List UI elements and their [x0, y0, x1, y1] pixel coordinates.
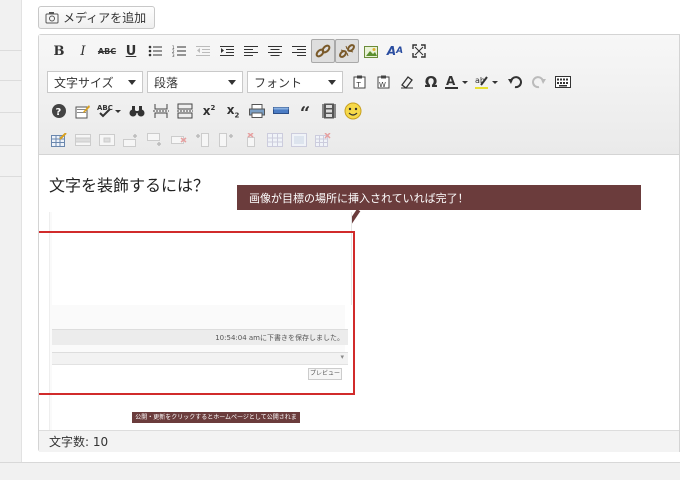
page-footer-edge: [0, 462, 680, 480]
clear-format-icon[interactable]: [395, 70, 419, 94]
svg-text:?: ?: [56, 107, 62, 118]
horizontal-rule-icon[interactable]: [269, 99, 293, 123]
tinymce-editor: B I ABC U 123 AA 文字サイズ 段落 フォント T W Ω A a…: [38, 34, 680, 452]
chevron-down-icon: [228, 79, 236, 85]
toolbar-row-2: 文字サイズ 段落 フォント T W Ω A ab: [47, 70, 575, 94]
bold-icon[interactable]: B: [47, 39, 71, 63]
screenshot-publish-note: 公開・更新をクリックするとホームページとして公開されます。: [132, 412, 300, 430]
indent-icon[interactable]: [215, 39, 239, 63]
chevron-down-icon: [128, 79, 136, 85]
superscript-icon[interactable]: x2: [197, 99, 221, 123]
paste-text-icon[interactable]: T: [347, 70, 371, 94]
media-icon[interactable]: [317, 99, 341, 123]
add-media-label: メディアを追加: [63, 11, 147, 25]
unlink-icon[interactable]: [335, 39, 359, 63]
chevron-down-icon: [328, 79, 336, 85]
toolbar-row-4: [47, 128, 335, 152]
align-left-icon[interactable]: [239, 39, 263, 63]
align-right-icon[interactable]: [287, 39, 311, 63]
undo-icon[interactable]: [503, 70, 527, 94]
insert-table-icon[interactable]: [47, 128, 71, 152]
italic-icon[interactable]: I: [71, 39, 95, 63]
image-highlight-box: [39, 231, 355, 395]
svg-text:A: A: [446, 74, 456, 88]
redo-icon[interactable]: [527, 70, 551, 94]
page-break-icon[interactable]: [149, 99, 173, 123]
search-icon[interactable]: [125, 99, 149, 123]
page: メディアを追加 B I ABC U 123 AA 文字サイズ 段落 フォント T…: [0, 0, 680, 480]
toolbar-row-1: B I ABC U 123 AA: [47, 39, 431, 63]
delete-row-icon[interactable]: [167, 128, 191, 152]
editor-toolbar: B I ABC U 123 AA 文字サイズ 段落 フォント T W Ω A a…: [39, 35, 679, 155]
admin-sidebar-edge: [0, 0, 22, 480]
edit-icon[interactable]: [71, 99, 95, 123]
bullet-list-icon[interactable]: [143, 39, 167, 63]
insert-col-after-icon[interactable]: [215, 128, 239, 152]
blockquote-icon[interactable]: “: [293, 99, 317, 123]
image-icon[interactable]: [359, 39, 383, 63]
special-char-icon[interactable]: Ω: [419, 70, 443, 94]
toolbar-row-3: ? ABC x2 x2 “: [47, 99, 365, 123]
insert-col-before-icon[interactable]: [191, 128, 215, 152]
delete-table-icon[interactable]: [311, 128, 335, 152]
table-row-props-icon[interactable]: [71, 128, 95, 152]
editor-content[interactable]: 文字を装飾するには？ 画像が目標の場所に挿入されていれば完了！ 10:54:04…: [39, 156, 679, 430]
svg-text:T: T: [355, 81, 361, 89]
help-icon[interactable]: ?: [47, 99, 71, 123]
content-heading: 文字を装飾するには？: [49, 176, 210, 195]
delete-col-icon[interactable]: [239, 128, 263, 152]
svg-text:W: W: [379, 81, 386, 89]
keyboard-icon[interactable]: [551, 70, 575, 94]
callout-banner: 画像が目標の場所に挿入されていれば完了！: [237, 185, 641, 210]
underline-icon[interactable]: U: [119, 39, 143, 63]
align-center-icon[interactable]: [263, 39, 287, 63]
more-icon[interactable]: [173, 99, 197, 123]
insert-row-after-icon[interactable]: [143, 128, 167, 152]
merge-cells-icon[interactable]: [287, 128, 311, 152]
paste-word-icon[interactable]: W: [371, 70, 395, 94]
spellcheck-icon[interactable]: ABC: [95, 99, 125, 123]
highlight-color-icon[interactable]: ab: [473, 70, 503, 94]
word-count: 文字数: 10: [39, 430, 679, 452]
insert-row-before-icon[interactable]: [119, 128, 143, 152]
split-cells-icon[interactable]: [263, 128, 287, 152]
font-size-select[interactable]: 文字サイズ: [47, 71, 143, 93]
text-color-icon[interactable]: A: [443, 70, 473, 94]
fullscreen-icon[interactable]: [407, 39, 431, 63]
subscript-icon[interactable]: x2: [221, 99, 245, 123]
paragraph-select[interactable]: 段落: [147, 71, 243, 93]
add-media-button[interactable]: メディアを追加: [38, 6, 156, 29]
svg-text:ABC: ABC: [97, 104, 113, 112]
outdent-icon[interactable]: [191, 39, 215, 63]
table-cell-props-icon[interactable]: [95, 128, 119, 152]
strikethrough-icon[interactable]: ABC: [95, 39, 119, 63]
smiley-icon[interactable]: [341, 99, 365, 123]
camera-icon: [45, 11, 59, 24]
print-icon[interactable]: [245, 99, 269, 123]
link-icon[interactable]: [311, 39, 335, 63]
text-style-icon[interactable]: AA: [383, 39, 407, 63]
svg-text:3: 3: [172, 53, 175, 57]
font-family-select[interactable]: フォント: [247, 71, 343, 93]
numbered-list-icon[interactable]: 123: [167, 39, 191, 63]
